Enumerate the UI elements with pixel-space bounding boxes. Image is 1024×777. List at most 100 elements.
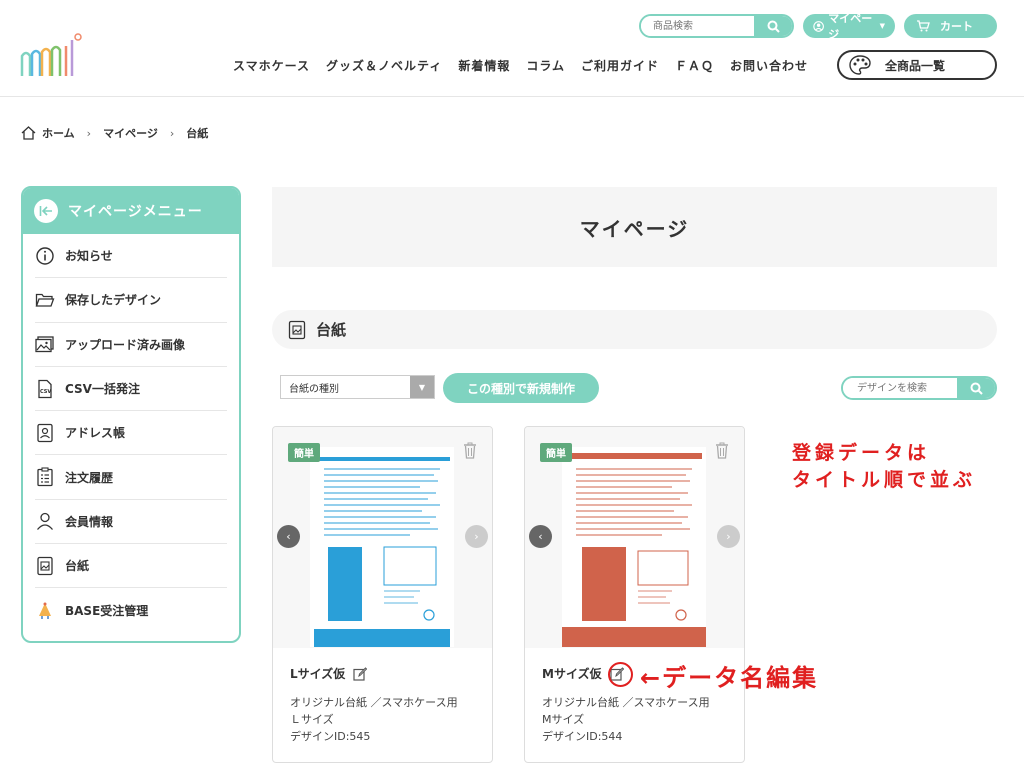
sidebar-item-label: アドレス帳: [65, 426, 126, 441]
page-title: マイページ: [272, 187, 997, 267]
search-icon: [767, 20, 780, 33]
design-search-input[interactable]: [843, 378, 957, 398]
edit-name-annotation: ←データ名編集: [640, 664, 819, 692]
cart-icon: [917, 20, 930, 32]
sidebar-item-label: 注文履歴: [65, 470, 114, 485]
mypage-sidebar: マイページメニュー お知らせ 保存したデザイン アップロード済み画像 CSV C…: [21, 186, 241, 643]
header-utility-bar: マイページ ▼ カート: [639, 12, 997, 41]
sidebar-header[interactable]: マイページメニュー: [23, 188, 239, 234]
design-preview[interactable]: 簡単 ‹ ›: [525, 427, 744, 648]
design-id: デザインID:545: [290, 730, 371, 743]
design-size: Mサイズ: [542, 713, 585, 726]
sidebar-item-base-orders[interactable]: BASE受注管理: [35, 588, 227, 632]
product-search-button[interactable]: [754, 16, 792, 36]
breadcrumb-current: 台紙: [186, 127, 209, 140]
mount-icon: [37, 556, 53, 575]
mount-icon: [288, 320, 306, 339]
design-product: オリジナル台紙 ／スマホケース用: [290, 696, 458, 709]
edit-icon[interactable]: [353, 666, 368, 681]
site-header: マイページ ▼ カート スマホケース グッズ＆ノベルティ 新着情報 コラム ご利…: [0, 0, 1024, 97]
svg-text:CSV: CSV: [40, 389, 51, 395]
breadcrumb-mypage[interactable]: マイページ: [103, 125, 158, 141]
sidebar-item-uploaded-images[interactable]: アップロード済み画像: [35, 323, 227, 367]
nav-item-faq[interactable]: ＦＡＱ: [675, 57, 714, 74]
mount-type-select[interactable]: 台紙の種別 ▼: [280, 375, 435, 399]
sidebar-item-news[interactable]: お知らせ: [35, 234, 227, 279]
sidebar-item-label: CSV一括発注: [65, 382, 140, 397]
design-name: Mサイズ仮: [542, 667, 602, 681]
sidebar-item-label: 台紙: [65, 559, 90, 574]
order-list-icon: [37, 467, 53, 487]
design-search: [841, 376, 997, 400]
design-search-button[interactable]: [957, 378, 995, 398]
breadcrumb-separator: ›: [169, 126, 175, 140]
highlight-circle: [608, 662, 633, 687]
sidebar-item-mount[interactable]: 台紙: [35, 544, 227, 589]
breadcrumb: ホーム › マイページ › 台紙: [21, 125, 208, 141]
design-card[interactable]: 簡単 ‹ › Lサイズ仮 オリジナル台紙 ／スマホケース用 Ｌサイズ デザインI…: [272, 426, 493, 763]
design-description: オリジナル台紙 ／スマホケース用 Mサイズ デザインID:544: [542, 694, 732, 745]
create-new-button[interactable]: この種別で新規制作: [443, 373, 599, 403]
sidebar-item-label: BASE受注管理: [65, 604, 149, 619]
sidebar-item-saved-designs[interactable]: 保存したデザイン: [35, 278, 227, 323]
sidebar-item-order-history[interactable]: 注文履歴: [35, 455, 227, 500]
difficulty-badge: 簡単: [288, 443, 320, 462]
home-icon: [21, 126, 36, 140]
design-card[interactable]: 簡単 ‹ › Mサイズ仮 オリジナル台紙 ／スマホケース用 Mサイズ デザインI…: [524, 426, 745, 763]
next-arrow-icon[interactable]: ›: [717, 525, 740, 548]
nav-item-news[interactable]: 新着情報: [458, 57, 510, 74]
sidebar-item-label: 保存したデザイン: [65, 293, 162, 308]
product-search-input[interactable]: [641, 16, 754, 36]
design-id: デザインID:544: [542, 730, 623, 743]
sort-order-annotation: 登録データは タイトル順で並ぶ: [792, 440, 976, 494]
nav-item-guide[interactable]: ご利用ガイド: [581, 57, 659, 74]
breadcrumb-home[interactable]: ホーム: [42, 125, 75, 141]
info-icon: [36, 246, 54, 265]
folder-icon: [35, 293, 55, 307]
product-search: [639, 14, 794, 38]
previous-arrow-icon[interactable]: ‹: [277, 525, 300, 548]
nav-item-goods[interactable]: グッズ＆ノベルティ: [326, 57, 442, 74]
collapse-sidebar-icon[interactable]: [34, 199, 58, 223]
mypage-button[interactable]: マイページ ▼: [803, 12, 895, 41]
nav-item-phone-case[interactable]: スマホケース: [233, 57, 310, 74]
user-icon: [37, 513, 53, 531]
sidebar-item-address-book[interactable]: アドレス帳: [35, 411, 227, 456]
previous-arrow-icon[interactable]: ‹: [529, 525, 552, 548]
design-name-row: Lサイズ仮: [290, 665, 480, 682]
mypage-label: マイページ: [828, 12, 873, 41]
sidebar-item-label: お知らせ: [65, 249, 113, 264]
sidebar-title: マイページメニュー: [68, 204, 203, 220]
caret-down-icon: ▼: [879, 22, 885, 30]
sidebar-item-csv-order[interactable]: CSV CSV一括発注: [35, 367, 227, 412]
palette-icon: [849, 55, 871, 75]
user-circle-icon: [813, 20, 824, 32]
cart-label: カート: [940, 20, 973, 33]
nav-item-column[interactable]: コラム: [526, 57, 565, 74]
address-book-icon: [37, 423, 53, 442]
sidebar-item-label: アップロード済み画像: [65, 337, 186, 352]
site-logo[interactable]: [20, 32, 82, 78]
images-icon: [35, 336, 54, 353]
design-product: オリジナル台紙 ／スマホケース用: [542, 696, 710, 709]
chevron-down-icon[interactable]: ▼: [410, 376, 434, 398]
all-products-label: 全商品一覧: [885, 58, 946, 73]
sidebar-item-label: 会員情報: [65, 514, 114, 529]
section-title: 台紙: [316, 321, 347, 339]
trash-icon[interactable]: [715, 442, 729, 463]
difficulty-badge: 簡単: [540, 443, 572, 462]
design-preview[interactable]: 簡単 ‹ ›: [273, 427, 492, 648]
breadcrumb-separator: ›: [86, 126, 92, 140]
cart-button[interactable]: カート: [904, 14, 997, 38]
annotation-line: 登録データは: [792, 442, 931, 464]
next-arrow-icon[interactable]: ›: [465, 525, 488, 548]
annotation-line: タイトル順で並ぶ: [792, 469, 977, 491]
base-icon: [39, 602, 51, 619]
mount-thumbnail: [562, 447, 710, 647]
all-products-button[interactable]: 全商品一覧: [837, 50, 997, 80]
sidebar-item-member-info[interactable]: 会員情報: [35, 500, 227, 545]
select-value: 台紙の種別: [289, 383, 339, 395]
csv-icon: CSV: [38, 379, 52, 398]
trash-icon[interactable]: [463, 442, 477, 463]
nav-item-contact[interactable]: お問い合わせ: [730, 57, 808, 74]
